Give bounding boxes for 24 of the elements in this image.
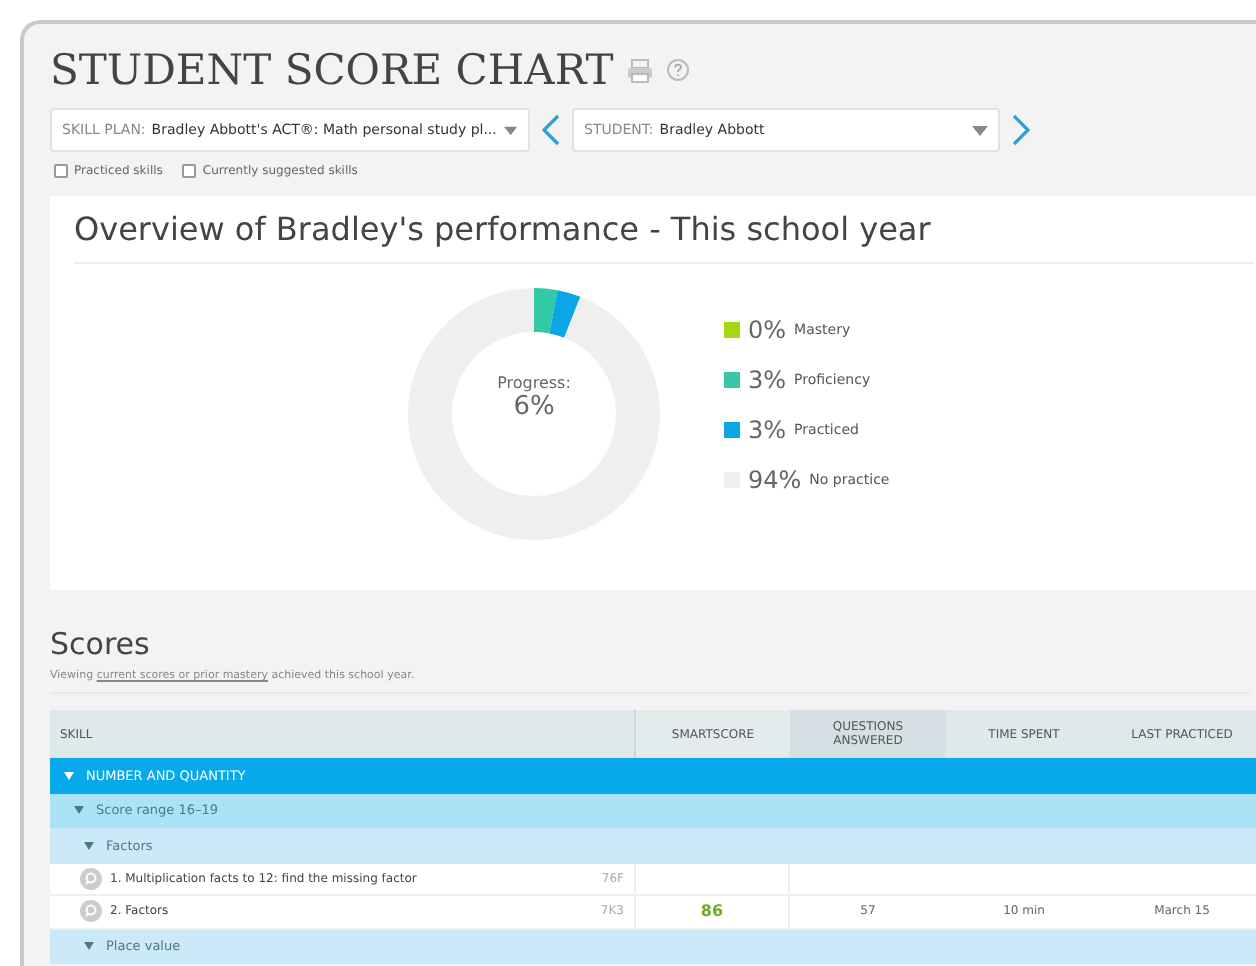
overview-title: Overview of Bradley's performance - This school year xyxy=(74,210,1254,264)
caret-icon[interactable] xyxy=(84,841,94,850)
help-icon[interactable] xyxy=(665,58,690,82)
checkbox[interactable] xyxy=(182,164,197,178)
smartscore: 86 xyxy=(700,902,724,921)
caret-icon xyxy=(972,125,988,135)
checkbox[interactable] xyxy=(54,164,68,178)
legend-percent: 3% xyxy=(748,415,787,443)
scores-title: Scores xyxy=(50,626,152,662)
caret-icon[interactable] xyxy=(64,771,74,780)
caret-icon[interactable] xyxy=(84,942,94,951)
next-icon[interactable] xyxy=(1012,114,1030,146)
caret-icon xyxy=(504,125,518,135)
legend-percent: 0% xyxy=(748,315,787,343)
print-icon[interactable] xyxy=(625,57,654,83)
magnifier-icon[interactable] xyxy=(80,900,102,923)
legend-percent: 94% xyxy=(748,465,802,493)
page-title: STUDENT SCORE CHART xyxy=(50,46,614,94)
previous-icon[interactable] xyxy=(542,114,560,146)
progress-value: 6% xyxy=(511,392,557,422)
legend-percent: 3% xyxy=(748,365,787,393)
caret-icon[interactable] xyxy=(74,806,84,815)
magnifier-icon[interactable] xyxy=(80,867,102,890)
progress-label: Progress: xyxy=(495,374,573,392)
